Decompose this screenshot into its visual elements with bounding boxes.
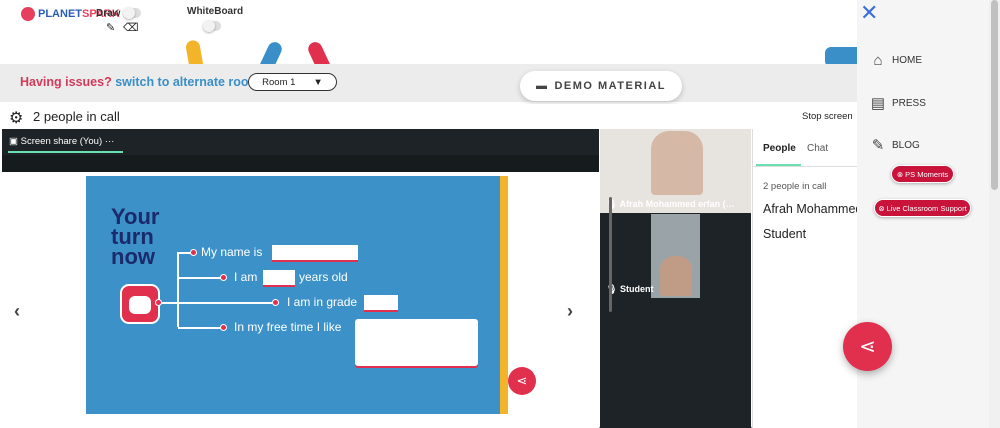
- stop-screen-button[interactable]: Stop screen: [802, 111, 853, 122]
- slide-heading: Your turn now: [111, 206, 159, 269]
- video-scrollbar[interactable]: [609, 197, 612, 312]
- newspaper-icon: ▤: [870, 95, 886, 112]
- video-label-1: 🎙 Afrah Mohammed erfan (…: [606, 199, 735, 210]
- tab-people[interactable]: People: [763, 143, 796, 154]
- share-icon[interactable]: ⋖: [843, 322, 892, 371]
- call-header: [2, 104, 857, 129]
- nav-home[interactable]: ⌂ HOME: [870, 52, 922, 69]
- whiteboard-label: WhiteBoard: [187, 6, 244, 17]
- more-icon[interactable]: ···: [105, 136, 115, 147]
- connector: [177, 252, 179, 327]
- connector: [178, 302, 274, 304]
- person-name-1: Afrah Mohammed: [763, 202, 857, 216]
- tab-screen-share-label: Screen share (You): [20, 136, 103, 147]
- person-name-2: Student: [763, 227, 807, 241]
- participant-video: [660, 256, 692, 296]
- slide-edge: [500, 176, 508, 414]
- demo-material-label: DEMO MATERIAL: [554, 80, 667, 92]
- bullet-dot: [220, 324, 227, 331]
- people-count: 2 people in call: [763, 181, 827, 192]
- ps-moments-button[interactable]: ⊗ PS Moments: [891, 165, 954, 183]
- slide-line-2b: years old: [299, 270, 348, 284]
- connector: [178, 327, 222, 329]
- nav-press-label: PRESS: [892, 97, 926, 109]
- screen-icon: ▣: [9, 136, 18, 147]
- home-icon: ⌂: [873, 52, 883, 69]
- close-circle-icon: ⊗: [878, 203, 885, 213]
- people-panel: [752, 129, 857, 428]
- issues-message: Having issues? switch to alternate room: [20, 75, 260, 89]
- blank-field: [364, 295, 398, 310]
- participant-1-name: Afrah Mohammed erfan (…: [619, 199, 735, 209]
- bullet-dot: [220, 274, 227, 281]
- close-circle-icon: ⊗: [896, 169, 904, 179]
- issues-prefix: Having issues?: [20, 75, 112, 89]
- switch-room-link[interactable]: switch to alternate room: [115, 75, 259, 89]
- nav-blog-label: BLOG: [892, 139, 920, 151]
- share-icon[interactable]: ⋖: [508, 367, 536, 395]
- tab-underline: [8, 151, 123, 153]
- live-support-label: Live Classroom Support: [886, 203, 967, 213]
- participant-video: [651, 131, 703, 195]
- draw-label: Draw: [96, 8, 121, 19]
- nav-home-label: HOME: [892, 55, 922, 66]
- bullet-dot: [155, 299, 162, 306]
- slide-line-4: In my free time I like: [234, 320, 342, 334]
- pencil-icon[interactable]: ✎: [106, 21, 115, 34]
- pencil-icon: ✎: [871, 137, 885, 154]
- tab-screen-share[interactable]: ▣ Screen share (You) ···: [9, 136, 114, 147]
- slide-heading-3: now: [111, 244, 155, 269]
- bullet-dot: [272, 299, 279, 306]
- slide-line-1: My name is: [201, 245, 263, 259]
- room-select[interactable]: Room 1 ▼: [248, 73, 337, 91]
- blank-field: [355, 319, 478, 366]
- page-scrollbar-thumb[interactable]: [991, 0, 998, 190]
- top-bar: [0, 0, 857, 40]
- nav-blog[interactable]: ✎ BLOG: [870, 136, 920, 154]
- participant-2-name: Student: [619, 284, 654, 294]
- gear-icon[interactable]: ⚙: [9, 108, 23, 128]
- robot-icon: [120, 284, 160, 324]
- folder-icon: ▬: [535, 80, 549, 92]
- room-select-value: Room 1: [262, 76, 296, 88]
- logo-text-planet: PLANET: [38, 8, 82, 20]
- eraser-icon[interactable]: ⌫: [123, 21, 139, 34]
- slide-line-2a: I am: [234, 270, 258, 284]
- blank-field: [272, 245, 358, 260]
- people-in-call: 2 people in call: [33, 109, 120, 124]
- divider: [752, 166, 857, 167]
- video-label-2: 🎙 Student: [606, 284, 653, 295]
- close-icon[interactable]: ✕: [860, 0, 878, 26]
- whiteboard-toggle[interactable]: [203, 20, 221, 32]
- live-support-button[interactable]: ⊗ Live Classroom Support: [874, 199, 971, 217]
- connector: [178, 277, 222, 279]
- bullet-dot: [190, 249, 197, 256]
- ps-moments-label: PS Moments: [905, 169, 949, 179]
- dropdown-arrow-icon: ▼: [313, 76, 323, 88]
- nav-press[interactable]: ▤ PRESS: [870, 94, 926, 112]
- draw-toggle[interactable]: [123, 7, 141, 19]
- tab-chat[interactable]: Chat: [807, 143, 828, 154]
- logo-icon: [21, 7, 35, 21]
- blank-field: [263, 270, 295, 285]
- chevron-left-icon[interactable]: ‹: [14, 301, 20, 322]
- slide-line-3: I am in grade: [287, 295, 358, 309]
- demo-material-button[interactable]: ▬ DEMO MATERIAL: [520, 71, 682, 101]
- share-subbar: [2, 155, 599, 172]
- chevron-right-icon[interactable]: ›: [567, 301, 573, 322]
